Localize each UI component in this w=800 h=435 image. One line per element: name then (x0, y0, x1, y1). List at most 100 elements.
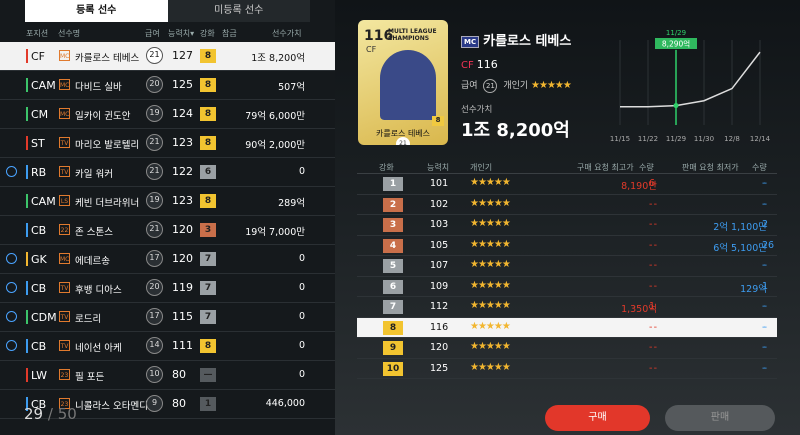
row-position: CB (31, 340, 47, 353)
buy-qty: 6 (649, 178, 656, 189)
market-stars: ★★★★★ (470, 259, 511, 270)
player-row[interactable]: CAM LS 케빈 더브라위너 19 123 8 289억 (0, 187, 335, 216)
player-row[interactable]: ST TV 마리오 발로텔리 21 123 8 90억 2,000만 (0, 129, 335, 158)
market-row[interactable]: 5 107 ★★★★★ - - - - (357, 256, 777, 277)
grade-badge: 21 (483, 79, 498, 93)
position-bar (26, 107, 28, 121)
player-meta: 급여 21 개인기 ★★★★★ (461, 78, 572, 93)
player-row[interactable]: CB TV 네이선 아케 14 111 8 0 (0, 332, 335, 361)
sell-price: - (763, 362, 767, 374)
market-ovr: 107 (430, 260, 449, 271)
market-row[interactable]: 1 101 ★★★★★ 8,190만 6- - (357, 174, 777, 195)
x-tick-label: 11/22 (638, 135, 658, 143)
team-badge-icon: MC (59, 50, 70, 61)
player-row[interactable]: CAM MC 다비드 실바 20 125 8 507억 (0, 71, 335, 100)
buy-qty: 1 (649, 301, 656, 312)
row-grade: 20 (146, 279, 163, 296)
player-row[interactable]: CF MC 카를로스 테베스 21 127 8 1조 8,200억 (0, 42, 335, 71)
team-badge-icon: TV (59, 137, 70, 148)
row-player-name: 네이선 아케 (75, 343, 122, 354)
x-tick-label: 12/14 (750, 135, 770, 143)
sell-qty: - (762, 301, 766, 312)
highlight-point (673, 103, 679, 109)
position-bar (26, 136, 28, 150)
row-player-name: 니콜라스 오타멘디 (75, 401, 148, 412)
position-bar (26, 49, 28, 63)
row-player-name: 마리오 발로텔리 (75, 140, 140, 151)
row-level: 8 (200, 136, 216, 150)
market-row[interactable]: 7 112 ★★★★★ 1,350억 1- - (357, 297, 777, 318)
sell-price: - (763, 301, 767, 312)
col-ref[interactable]: 참금 (222, 28, 237, 39)
sell-qty: 2 (762, 219, 769, 230)
market-row[interactable]: 2 102 ★★★★★ - - - - (357, 195, 777, 215)
col-ovr[interactable]: 능력치▾ (168, 28, 194, 39)
market-row[interactable]: 9 120 ★★★★★ - - - - (357, 338, 777, 359)
tab-registered[interactable]: 등록 선수 (25, 0, 168, 22)
col-position[interactable]: 포지션 (26, 28, 48, 39)
player-row[interactable]: CDM TV 로드리 17 115 7 0 (0, 303, 335, 332)
col-value[interactable]: 선수가치 (272, 28, 301, 39)
col-level[interactable]: 강화 (200, 28, 215, 39)
sell-price: - (763, 321, 767, 333)
market-stars: ★★★★★ (470, 341, 511, 352)
player-row[interactable]: GK MC 에데르송 17 120 7 0 (0, 245, 335, 274)
row-position: CF (31, 50, 46, 63)
market-row[interactable]: 6 109 ★★★★★ - - 129억 1 (357, 277, 777, 297)
row-level: 8 (200, 78, 216, 92)
market-level: 5 (383, 259, 403, 273)
team-badge-icon: TV (59, 166, 70, 177)
row-ovr: 120 (172, 223, 193, 236)
player-row[interactable]: LW 23 필 포든 10 80 — 0 (0, 361, 335, 390)
buy-qty: - (649, 239, 653, 251)
row-position: CB (31, 224, 47, 237)
buy-qty: - (649, 198, 653, 210)
buy-button[interactable]: 구매 (545, 405, 650, 431)
market-row[interactable]: 3 103 ★★★★★ - - 2억 1,100만 2 (357, 215, 777, 236)
row-value: 79억 6,000만 (245, 111, 305, 122)
player-row[interactable]: CB 22 존 스톤스 21 120 3 19억 7,000만 (0, 216, 335, 245)
col-grade[interactable]: 급여 (145, 28, 160, 39)
price-chart[interactable]: 11/15 11/22 11/29 11/30 12/8 12/14 11/29 8,290억 (610, 25, 770, 145)
market-row[interactable]: 8 116 ★★★★★ - - - - (357, 317, 777, 338)
sell-button[interactable]: 판매 (665, 405, 775, 431)
team-badge-icon: LS (59, 195, 70, 206)
buy-qty: - (649, 280, 653, 292)
row-value: 0 (298, 282, 305, 293)
player-rows: CF MC 카를로스 테베스 21 127 8 1조 8,200억 CAM MC 다비드 실바 20… (0, 42, 335, 419)
player-name: MC 카를로스 테베스 (461, 30, 571, 49)
row-level: 7 (200, 252, 216, 266)
market-row[interactable]: 4 105 ★★★★★ - - 6억 5,100만 26 (357, 236, 777, 256)
row-ovr: 124 (172, 107, 193, 120)
col-name[interactable]: 선수명 (58, 28, 80, 39)
popularity-label: 개인기 (503, 81, 529, 91)
player-row[interactable]: RB TV 카일 워커 21 122 6 0 (0, 158, 335, 187)
buy-qty: - (649, 362, 653, 374)
market-table: 강화 능력치 개인기 구매 요청 최고가 수량 판매 요청 최저가 수량 1 10… (357, 160, 777, 379)
team-badge-icon: MC (59, 253, 70, 264)
sell-price: - (763, 198, 767, 210)
row-level: 7 (200, 310, 216, 324)
row-level: — (200, 368, 216, 382)
row-value: 0 (298, 253, 305, 264)
sell-price: - (763, 178, 767, 189)
player-row[interactable]: CM MC 일카이 귄도안 19 124 8 79억 6,000만 (0, 100, 335, 129)
row-grade: 19 (146, 105, 163, 122)
row-ovr: 111 (172, 339, 193, 352)
position-bar (26, 310, 28, 324)
player-row[interactable]: CB TV 후뱅 디아스 20 119 7 0 (0, 274, 335, 303)
timer-icon (6, 253, 17, 264)
market-stars: ★★★★★ (470, 238, 511, 250)
sell-qty: - (762, 321, 766, 333)
row-value: 19억 7,000만 (245, 227, 305, 238)
row-grade: 21 (146, 47, 163, 64)
market-ovr: 105 (430, 239, 449, 251)
market-row[interactable]: 10 125 ★★★★★ - - - - (357, 359, 777, 379)
row-level: 8 (200, 49, 216, 63)
tab-unregistered[interactable]: 미등록 선수 (167, 0, 310, 22)
market-ovr: 109 (430, 280, 449, 292)
position-bar (26, 78, 28, 92)
player-portrait (380, 50, 436, 120)
buy-price: - (653, 280, 657, 292)
sell-price: - (763, 260, 767, 271)
